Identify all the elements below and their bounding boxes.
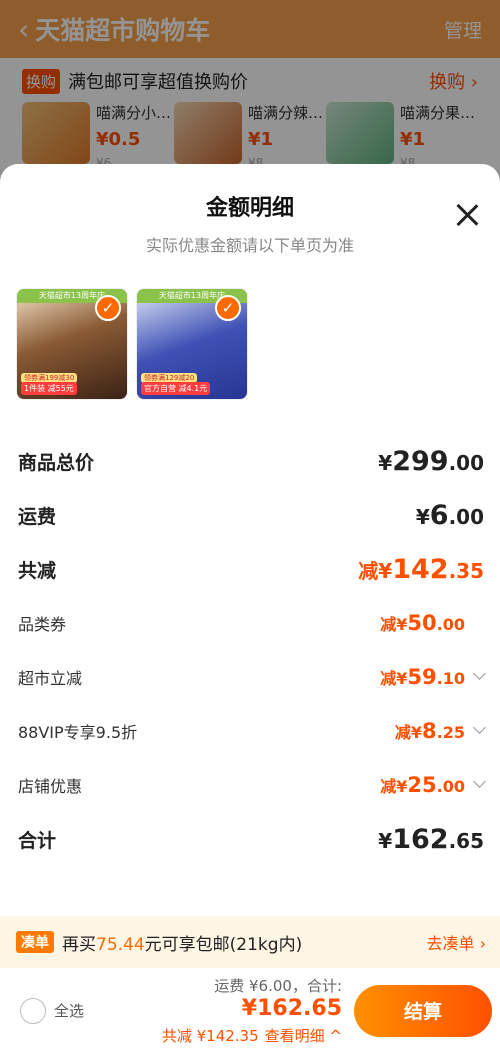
checkout-summary: 运费 ¥6.00，合计:¥162.65 共减 ¥142.35 查看明细 ^ <box>142 975 354 1046</box>
amount-integer: 142 <box>392 553 449 585</box>
amount-decimal: .00 <box>448 504 484 529</box>
amount-currency: ¥ <box>378 450 393 475</box>
amount-prefix: 减 <box>358 558 379 583</box>
row-shipping: 运费 ¥ 6 .00 <box>0 488 500 542</box>
amount-decimal: .10 <box>436 669 465 688</box>
free-shipping-prefix: 再买 <box>62 934 96 955</box>
amount-currency: ¥ <box>396 777 408 796</box>
row-total-discount: 共减 减 ¥ 142 .35 <box>0 542 500 596</box>
amount-integer: 8 <box>422 719 437 743</box>
free-shipping-suffix: 元可享包邮(21kg内) <box>144 934 303 955</box>
row-label: 品类券 <box>18 615 67 634</box>
free-shipping-bar: 凑单 再买75.44元可享包邮(21kg内) 去凑单 › <box>0 916 500 968</box>
row-label: 运费 <box>18 505 57 528</box>
checkout-button[interactable]: 结算 <box>354 984 492 1037</box>
amount-integer: 299 <box>392 445 449 477</box>
row-grand-total: 合计 ¥ 162 .65 <box>0 812 500 866</box>
row-label: 88VIP专享9.5折 <box>18 723 138 742</box>
amount-currency: ¥ <box>396 615 408 634</box>
selected-products: 天猫超市13周年庆 ✓ 领券满199减30 1件装 减55元 天猫超市13周年庆… <box>0 288 500 400</box>
amount-integer: 59 <box>407 665 437 689</box>
row-label: 共减 <box>18 559 57 582</box>
checkout-bar: 全选 运费 ¥6.00，合计:¥162.65 共减 ¥142.35 查看明细 ^ … <box>0 968 500 1053</box>
row-label: 合计 <box>18 829 57 852</box>
row-amount: ¥ 162 .65 <box>378 824 484 855</box>
row-amount: 减 ¥ 8 .25 <box>394 719 486 743</box>
amount-decimal: .35 <box>448 558 484 583</box>
amount-integer: 25 <box>407 773 437 797</box>
checked-icon: ✓ <box>95 295 121 321</box>
row-goods-total: 商品总价 ¥ 299 .00 <box>0 434 500 488</box>
row-market-discount[interactable]: 超市立减 减 ¥ 59 .10 <box>0 650 500 704</box>
row-amount: 减 ¥ 142 .35 <box>358 554 484 585</box>
select-all-label[interactable]: 全选 <box>54 1000 142 1021</box>
row-category-coupon: 品类券 减 ¥ 50 .00 <box>0 596 500 650</box>
row-label: 店铺优惠 <box>18 777 83 796</box>
free-shipping-amount: 75.44 <box>96 934 145 955</box>
row-amount: ¥ 299 .00 <box>378 446 484 477</box>
row-amount: 减 ¥ 25 .00 <box>380 773 486 797</box>
thumbnail-promo: 官方自营 减4.1元 <box>141 382 211 395</box>
free-shipping-text: 再买75.44元可享包邮(21kg内) <box>62 930 427 955</box>
row-88vip-discount[interactable]: 88VIP专享9.5折 减 ¥ 8 .25 <box>0 704 500 758</box>
select-all-radio[interactable] <box>20 997 46 1024</box>
amount-currency: ¥ <box>410 723 423 742</box>
amount-currency: ¥ <box>378 828 393 853</box>
add-on-tag: 凑单 <box>16 931 54 953</box>
checkout-total: ¥162.65 <box>241 996 342 1021</box>
amount-prefix: 减 <box>394 723 411 742</box>
product-thumbnail[interactable]: 天猫超市13周年庆 ✓ 领券满199减30 1件装 减55元 <box>16 288 128 400</box>
amount-decimal: .00 <box>436 615 465 634</box>
sheet-title: 金额明细 <box>205 196 294 221</box>
row-label: 商品总价 <box>18 451 95 474</box>
amount-prefix: 减 <box>380 669 397 688</box>
sheet-subtitle: 实际优惠金额请以下单页为准 <box>145 236 354 255</box>
amount-integer: 50 <box>407 611 437 635</box>
amount-decimal: .65 <box>448 828 484 853</box>
row-store-discount[interactable]: 店铺优惠 减 ¥ 25 .00 <box>0 758 500 812</box>
checked-icon: ✓ <box>215 295 241 321</box>
amount-prefix: 减 <box>380 615 397 634</box>
amount-integer: 162 <box>392 823 449 855</box>
thumbnail-promo: 1件装 减55元 <box>21 382 77 395</box>
chevron-down-icon[interactable] <box>473 775 486 788</box>
amount-rows: 商品总价 ¥ 299 .00 运费 ¥ 6 .00 共减 减 ¥ 142 .35… <box>0 434 500 866</box>
chevron-down-icon[interactable] <box>473 721 486 734</box>
amount-decimal: .25 <box>436 723 465 742</box>
go-add-on-link[interactable]: 去凑单 › <box>427 930 487 954</box>
checkout-discount: 共减 ¥142.35 <box>161 1027 259 1045</box>
view-detail-link[interactable]: 查看明细 ^ <box>265 1027 342 1045</box>
amount-integer: 6 <box>429 499 449 531</box>
chevron-down-icon[interactable] <box>473 667 486 680</box>
row-amount: 减 ¥ 50 .00 <box>380 611 484 635</box>
amount-currency: ¥ <box>415 504 430 529</box>
row-label: 超市立减 <box>18 669 83 688</box>
product-thumbnail[interactable]: 天猫超市13周年庆 ✓ 领券满129减20 官方自营 减4.1元 <box>136 288 248 400</box>
close-icon[interactable] <box>454 202 480 228</box>
amount-decimal: .00 <box>436 777 465 796</box>
amount-currency: ¥ <box>378 558 393 583</box>
amount-decimal: .00 <box>448 450 484 475</box>
row-amount: 减 ¥ 59 .10 <box>380 665 486 689</box>
shipping-and-total-label: 运费 ¥6.00，合计: <box>214 977 342 995</box>
row-amount: ¥ 6 .00 <box>416 500 484 531</box>
amount-currency: ¥ <box>396 669 408 688</box>
amount-prefix: 减 <box>380 777 397 796</box>
